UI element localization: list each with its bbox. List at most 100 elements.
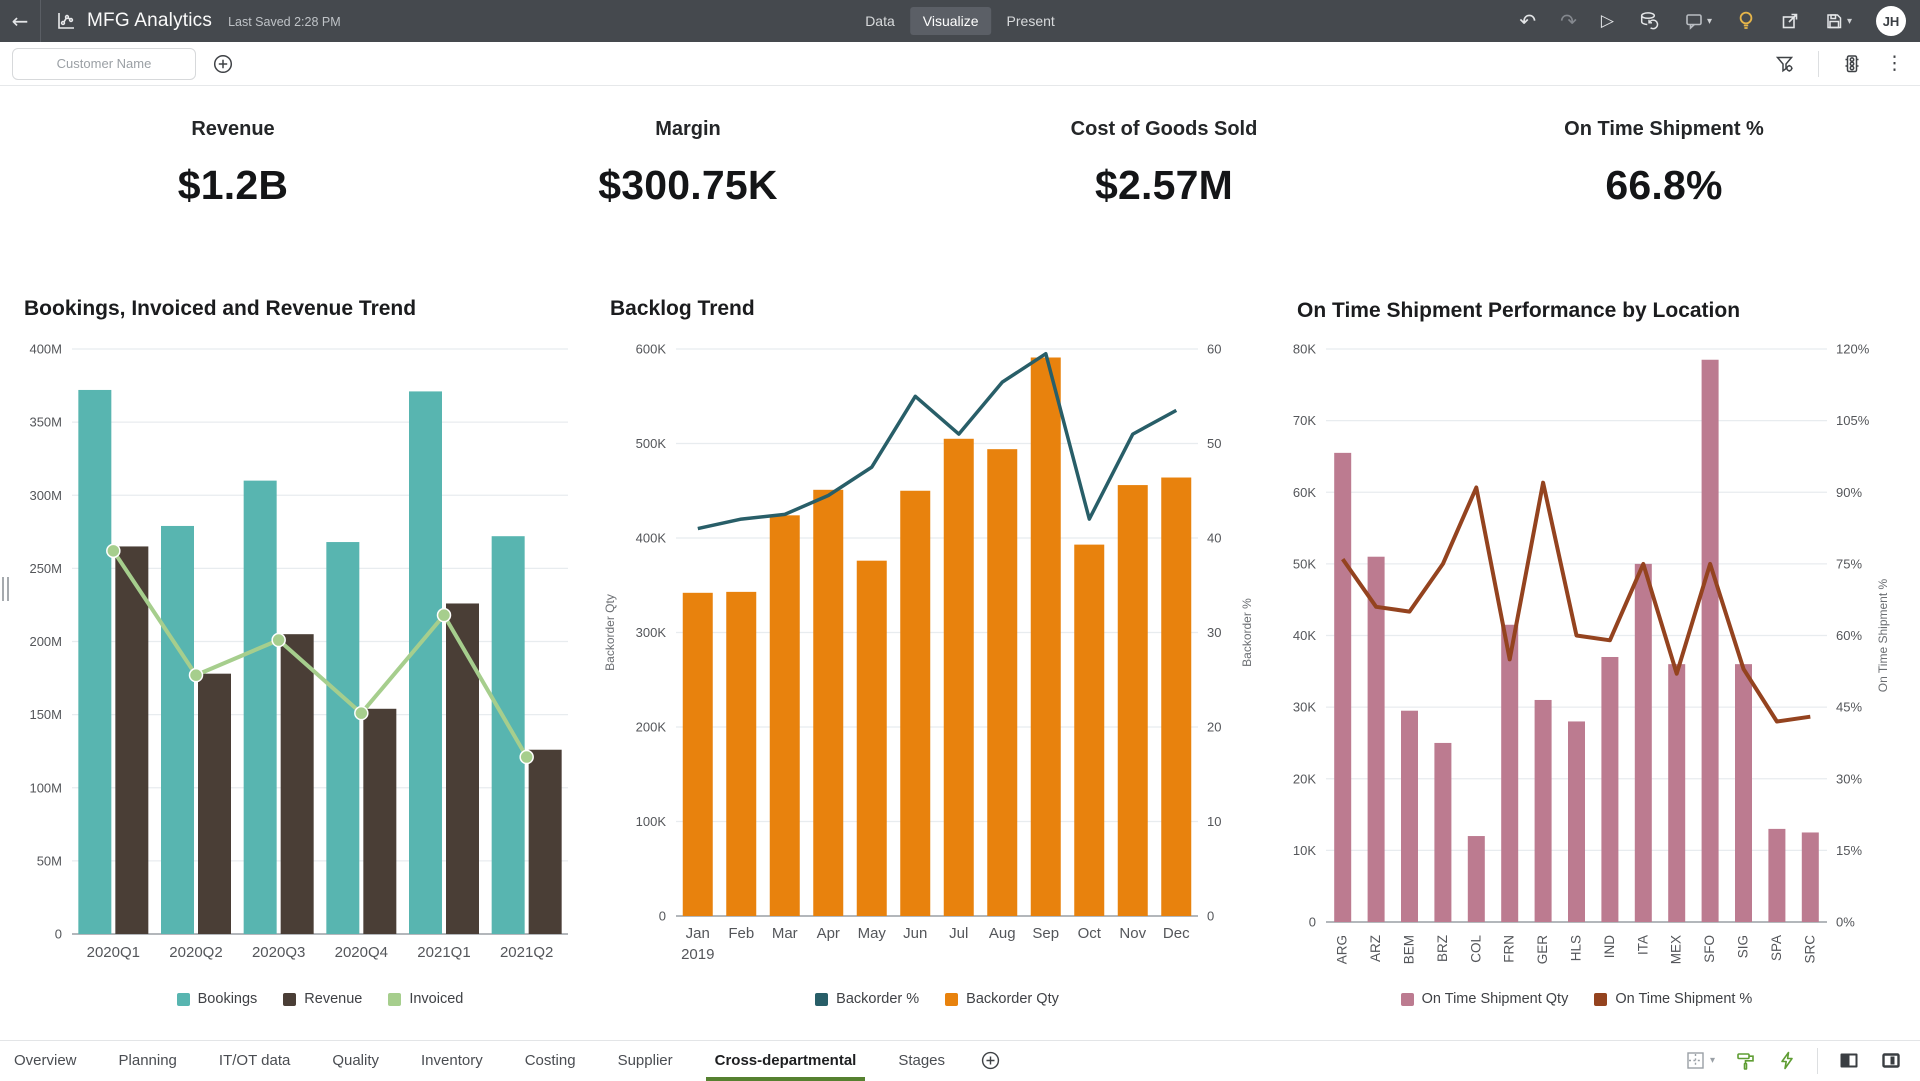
back-icon: ← xyxy=(12,11,29,31)
legend-item-bookings[interactable]: Bookings xyxy=(177,991,258,1007)
legend-item-invoiced[interactable]: Invoiced xyxy=(388,991,463,1007)
right-axis-label: 60% xyxy=(1836,628,1862,643)
canvas-tools-divider xyxy=(1817,1048,1818,1074)
save-button[interactable]: ▾ xyxy=(1824,11,1852,31)
add-canvas-icon xyxy=(980,1050,1001,1071)
svg-text:70K: 70K xyxy=(1293,413,1316,428)
filter-tools-button[interactable] xyxy=(1774,53,1796,75)
chart-2[interactable]: 010K20K30K40K50K60K70K80K0%15%30%45%60%7… xyxy=(1290,330,1920,990)
chart-0-legend: Bookings Revenue Invoiced xyxy=(72,991,568,1007)
chart-0[interactable]: 050M100M150M200M250M300M350M400M2020Q120… xyxy=(0,330,590,980)
kpi-tile-revenue[interactable]: Revenue $1.2B xyxy=(23,118,443,209)
canvas-layout-button[interactable]: ▾ xyxy=(1685,1050,1715,1071)
visualization-settings-button[interactable] xyxy=(1841,53,1863,75)
right-axis-label: 30 xyxy=(1207,625,1221,640)
legend-label: On Time Shipment Qty xyxy=(1422,991,1569,1007)
export-button[interactable] xyxy=(1780,11,1800,31)
legend-item-on-time-shipment-qty[interactable]: On Time Shipment Qty xyxy=(1401,991,1569,1007)
svg-text:80K: 80K xyxy=(1293,342,1316,357)
canvas-layout-icon xyxy=(1685,1050,1706,1071)
toggle-left-panel-button[interactable] xyxy=(1838,1050,1860,1071)
canvas-tab-quality[interactable]: Quality xyxy=(311,1041,400,1081)
svg-text:SPA: SPA xyxy=(1769,935,1784,961)
svg-text:IND: IND xyxy=(1602,935,1617,959)
svg-text:Oct: Oct xyxy=(1078,925,1102,942)
add-canvas-button[interactable] xyxy=(980,1050,1001,1071)
customer-name-filter-input[interactable] xyxy=(12,48,196,80)
top-bar-actions: ↶ ↷ ▷ ▾ xyxy=(1519,6,1906,36)
line-marker[interactable] xyxy=(107,544,120,557)
avatar[interactable]: JH xyxy=(1876,6,1906,36)
panel-right-toggle-icon xyxy=(1880,1050,1902,1071)
canvas-tab-overview[interactable]: Overview xyxy=(14,1041,98,1081)
line-series-backorder-[interactable] xyxy=(698,354,1177,529)
chart-1-legend: Backorder % Backorder Qty xyxy=(676,991,1198,1007)
save-caret-icon: ▾ xyxy=(1847,16,1852,27)
svg-text:350M: 350M xyxy=(29,415,62,430)
legend-item-backorder-[interactable]: Backorder % xyxy=(815,991,919,1007)
svg-text:2019: 2019 xyxy=(681,946,714,963)
bar-series-backorder-qty[interactable] xyxy=(683,358,1192,916)
kpi-tile-margin[interactable]: Margin $300.75K xyxy=(478,118,898,209)
export-icon xyxy=(1780,11,1800,31)
redo-icon: ↷ xyxy=(1560,11,1577,31)
legend-label: Backorder % xyxy=(836,991,919,1007)
bar-series-on-time-shipment-qty[interactable] xyxy=(1334,360,1819,922)
svg-text:FRN: FRN xyxy=(1502,935,1517,963)
canvas-tab-inventory[interactable]: Inventory xyxy=(400,1041,504,1081)
mode-tab-present[interactable]: Present xyxy=(994,7,1068,35)
run-button[interactable]: ▷ xyxy=(1601,13,1614,30)
right-axis-label: 90% xyxy=(1836,485,1862,500)
kpi-title: Cost of Goods Sold xyxy=(954,118,1374,141)
svg-text:MEX: MEX xyxy=(1669,935,1684,964)
right-axis-label: 10 xyxy=(1207,814,1221,829)
mode-tab-visualize[interactable]: Visualize xyxy=(910,7,992,35)
canvas-tools: ▾ xyxy=(1685,1048,1902,1074)
canvas-tab-it-ot-data[interactable]: IT/OT data xyxy=(198,1041,311,1081)
canvas-tab-stages[interactable]: Stages xyxy=(877,1041,966,1081)
comments-button[interactable]: ▾ xyxy=(1684,11,1712,31)
legend-label: On Time Shipment % xyxy=(1615,991,1752,1007)
toggle-right-panel-button[interactable] xyxy=(1880,1050,1902,1071)
legend-item-revenue[interactable]: Revenue xyxy=(283,991,362,1007)
legend-item-on-time-shipment-[interactable]: On Time Shipment % xyxy=(1594,991,1752,1007)
panel-resize-handle[interactable] xyxy=(2,577,10,601)
svg-text:100K: 100K xyxy=(636,814,667,829)
mode-tab-data[interactable]: Data xyxy=(852,7,908,35)
kpi-title: Margin xyxy=(478,118,898,141)
line-marker[interactable] xyxy=(520,751,533,764)
line-marker[interactable] xyxy=(355,707,368,720)
canvas-layout-caret-icon: ▾ xyxy=(1710,1055,1715,1066)
filter-bar: ⋮ xyxy=(0,42,1920,86)
line-marker[interactable] xyxy=(272,634,285,647)
line-marker[interactable] xyxy=(190,669,203,682)
refresh-data-button[interactable] xyxy=(1638,10,1660,32)
svg-text:May: May xyxy=(858,925,887,942)
chart-1[interactable]: 0100K200K300K400K500K600K0102030405060Ja… xyxy=(600,330,1270,980)
insights-button[interactable] xyxy=(1736,10,1756,32)
color-theme-button[interactable] xyxy=(1735,1050,1757,1072)
canvas-tab-cross-departmental[interactable]: Cross-departmental xyxy=(694,1041,878,1081)
canvas-tab-planning[interactable]: Planning xyxy=(98,1041,198,1081)
auto-insights-button[interactable] xyxy=(1777,1050,1797,1071)
canvas-tab-costing[interactable]: Costing xyxy=(504,1041,597,1081)
kpi-tile-cogs[interactable]: Cost of Goods Sold $2.57M xyxy=(954,118,1374,209)
redo-button[interactable]: ↷ xyxy=(1560,11,1577,31)
canvas-tab-supplier[interactable]: Supplier xyxy=(597,1041,694,1081)
legend-swatch xyxy=(283,993,296,1006)
more-options-button[interactable]: ⋮ xyxy=(1885,54,1904,73)
svg-text:SIG: SIG xyxy=(1736,935,1751,958)
add-filter-button[interactable] xyxy=(212,53,234,75)
right-axis-label: 40 xyxy=(1207,531,1221,546)
undo-button[interactable]: ↶ xyxy=(1519,11,1536,31)
legend-label: Invoiced xyxy=(409,991,463,1007)
svg-text:HLS: HLS xyxy=(1569,935,1584,961)
svg-text:40K: 40K xyxy=(1293,628,1316,643)
legend-item-backorder-qty[interactable]: Backorder Qty xyxy=(945,991,1059,1007)
back-button[interactable]: ← xyxy=(0,0,40,42)
kpi-tile-on-time-shipment[interactable]: On Time Shipment % 66.8% xyxy=(1454,118,1874,209)
legend-swatch xyxy=(1594,993,1607,1006)
svg-text:Jan: Jan xyxy=(686,925,710,942)
right-axis-label: 20 xyxy=(1207,720,1221,735)
line-marker[interactable] xyxy=(438,609,451,622)
